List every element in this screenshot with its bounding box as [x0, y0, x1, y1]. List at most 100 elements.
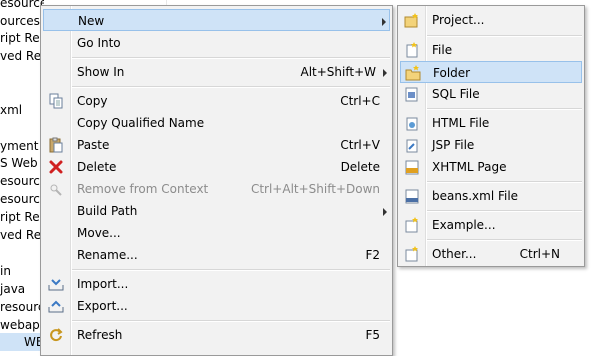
tree-item[interactable]: esources	[0, 190, 44, 208]
menu-item-rename[interactable]: Rename... F2	[43, 244, 390, 266]
menu-item-new[interactable]: New	[43, 9, 390, 31]
paste-icon	[49, 137, 63, 153]
submenu-arrow-icon	[382, 18, 386, 26]
submenu-item-label: XHTML Page	[432, 160, 507, 174]
menu-item-export[interactable]: Export...	[43, 295, 390, 317]
submenu-item-accelerator: Ctrl+N	[519, 247, 560, 261]
tree-item[interactable]: xml	[0, 101, 44, 119]
menu-item-label: Delete	[77, 160, 117, 174]
menu-item-label: Copy Qualified Name	[77, 116, 205, 130]
menu-item-show-in[interactable]: Show In Alt+Shift+W	[43, 61, 390, 83]
new-wizard-icon	[405, 246, 418, 262]
menu-item-go-into[interactable]: Go Into	[43, 32, 390, 54]
remove-context-icon	[50, 184, 62, 196]
submenu-item-beans-xml-file[interactable]: beans.xml File	[400, 185, 582, 207]
submenu-item-label: HTML File	[432, 116, 490, 130]
new-example-icon	[405, 217, 418, 233]
submenu-separator	[427, 239, 582, 241]
submenu-item-label: Folder	[433, 66, 471, 80]
export-icon	[48, 300, 64, 313]
menu-item-accelerator: Delete	[340, 160, 380, 174]
menu-item-delete[interactable]: Delete Delete	[43, 156, 390, 178]
submenu-item-label: Other...	[432, 247, 477, 261]
submenu-item-folder[interactable]: Folder	[400, 61, 582, 83]
tree-item[interactable]: S Web S	[0, 154, 44, 172]
menu-item-label: Paste	[77, 138, 110, 152]
submenu-item-project[interactable]: Project...	[400, 9, 582, 31]
submenu-item-label: File	[432, 43, 453, 57]
submenu-separator	[427, 108, 582, 110]
xhtml-page-icon	[405, 160, 419, 175]
submenu-arrow-icon	[383, 69, 387, 77]
submenu-separator	[427, 35, 582, 37]
tree-item[interactable]: webapp	[0, 316, 44, 334]
menu-separator	[72, 57, 390, 59]
menu-separator	[72, 320, 390, 322]
menu-item-accelerator: F5	[365, 328, 380, 342]
menu-item-accelerator: Ctrl+Alt+Shift+Down	[250, 182, 380, 196]
import-icon	[48, 279, 64, 291]
menu-item-import[interactable]: Import...	[43, 273, 390, 295]
jsp-file-icon	[406, 139, 418, 153]
menu-item-copy-qualified-name[interactable]: Copy Qualified Name	[43, 112, 390, 134]
tree-item[interactable]: yment D	[0, 137, 44, 155]
new-folder-icon	[405, 65, 421, 81]
menu-item-label: Show In	[77, 65, 125, 79]
menu-item-build-path[interactable]: Build Path	[43, 200, 390, 222]
menu-item-remove-from-context[interactable]: Remove from Context Ctrl+Alt+Shift+Down	[43, 178, 390, 200]
submenu-item-example[interactable]: Example...	[400, 214, 582, 236]
tree-item[interactable]: ved Resc	[0, 226, 44, 244]
submenu-arrow-icon	[383, 208, 387, 216]
submenu-item-other[interactable]: Other... Ctrl+N	[400, 243, 582, 265]
submenu-item-jsp-file[interactable]: JSP File	[400, 134, 582, 156]
tree-item[interactable]: in	[0, 262, 44, 280]
tree-item[interactable]: ript Resc	[0, 208, 44, 226]
copy-icon	[49, 93, 63, 109]
context-menu: New Go Into Show In Alt+Shift+W Copy Ctr…	[40, 5, 393, 356]
new-project-icon	[404, 13, 418, 28]
submenu-separator	[427, 181, 582, 183]
xml-file-icon	[405, 189, 419, 204]
submenu-item-xhtml-page[interactable]: XHTML Page	[400, 156, 582, 178]
submenu-item-label: Project...	[432, 13, 485, 27]
menu-item-label: Import...	[77, 277, 129, 291]
menu-separator	[72, 269, 390, 271]
menu-item-label: Export...	[77, 299, 128, 313]
menu-item-label: Remove from Context	[77, 182, 209, 196]
submenu-item-label: Example...	[432, 218, 496, 232]
menu-item-refresh[interactable]: Refresh F5	[43, 324, 390, 346]
menu-item-paste[interactable]: Paste Ctrl+V	[43, 134, 390, 156]
menu-separator	[72, 86, 390, 88]
menu-item-accelerator: Alt+Shift+W	[300, 65, 377, 79]
menu-item-label: Copy	[77, 94, 108, 108]
menu-item-label: Go Into	[77, 36, 121, 50]
menu-item-copy[interactable]: Copy Ctrl+C	[43, 90, 390, 112]
tree-item[interactable]: java	[0, 280, 44, 298]
submenu-item-label: SQL File	[432, 87, 480, 101]
menu-item-label: Rename...	[77, 248, 138, 262]
delete-x-icon	[49, 160, 63, 174]
menu-item-label: Refresh	[77, 328, 123, 342]
menu-item-accelerator: Ctrl+V	[340, 138, 380, 152]
tree-item[interactable]: ript Resc	[0, 29, 44, 47]
menu-item-label: New	[78, 14, 105, 28]
tree-item[interactable]: esources	[0, 172, 44, 190]
menu-item-accelerator: Ctrl+C	[340, 94, 380, 108]
submenu-item-label: beans.xml File	[432, 189, 519, 203]
submenu-item-html-file[interactable]: HTML File	[400, 112, 582, 134]
html-file-icon	[406, 117, 418, 131]
submenu-item-label: JSP File	[432, 138, 475, 152]
tree-item[interactable]: ources	[0, 12, 44, 30]
submenu-separator	[427, 210, 582, 212]
menu-item-label: Build Path	[77, 204, 138, 218]
refresh-icon	[50, 328, 63, 342]
tree-item[interactable]: esources	[0, 0, 44, 12]
new-submenu: Project... File Folder SQL File HTML Fil…	[397, 5, 585, 267]
submenu-item-file[interactable]: File	[400, 39, 582, 61]
menu-item-label: Move...	[77, 226, 121, 240]
tree-item[interactable]: ved Resc	[0, 47, 44, 65]
submenu-item-sql-file[interactable]: SQL File	[400, 83, 582, 105]
menu-item-move[interactable]: Move...	[43, 222, 390, 244]
sql-file-icon	[405, 87, 418, 102]
tree-item[interactable]: resourc	[0, 298, 44, 316]
